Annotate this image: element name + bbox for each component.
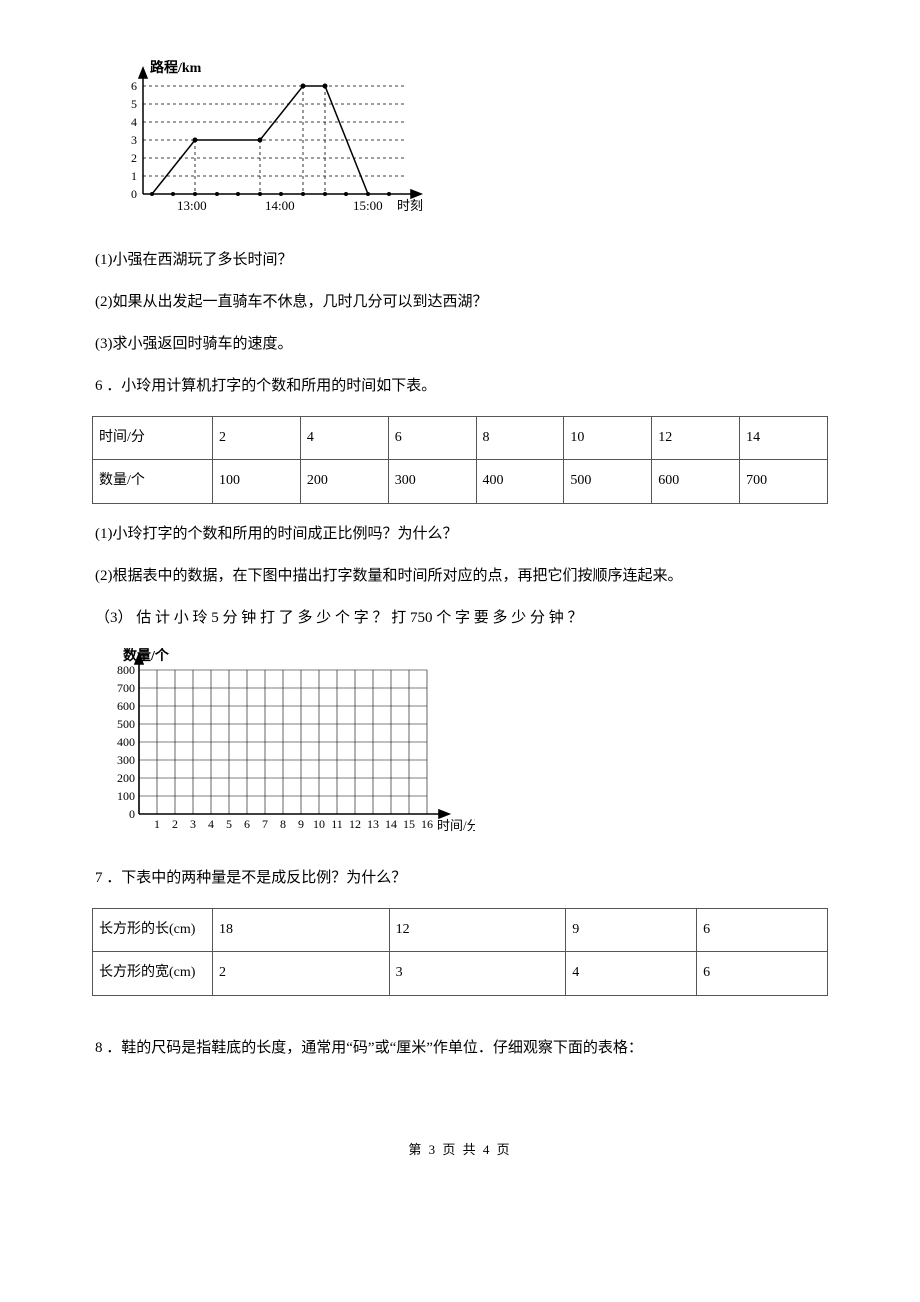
table-cell: 3 [389, 952, 566, 995]
q1-sub2: (2)如果从出发起一直骑车不休息，几时几分可以到达西湖？ [95, 290, 860, 314]
y-ticks: 0 1 2 3 4 5 6 [131, 79, 137, 201]
svg-text:5: 5 [131, 97, 137, 111]
chart2-svg: 数量/个 [95, 648, 475, 838]
typing-table: 时间/分 2 4 6 8 10 12 14 数量/个 100 200 300 4… [92, 416, 828, 504]
table-cell: 12 [652, 417, 740, 460]
svg-text:15: 15 [403, 817, 415, 831]
page-footer: 第 3 页 共 4 页 [60, 1140, 860, 1161]
svg-text:9: 9 [298, 817, 304, 831]
svg-text:800: 800 [117, 663, 135, 677]
table-cell: 长方形的长(cm) [93, 908, 213, 951]
table-cell: 6 [697, 908, 828, 951]
y-axis-label: 路程/km [150, 60, 202, 76]
svg-text:600: 600 [117, 699, 135, 713]
q8-intro: 8 ．鞋的尺码是指鞋底的长度，通常用“码”或“厘米”作单位．仔细观察下面的表格： [95, 1036, 860, 1060]
svg-text:400: 400 [117, 735, 135, 749]
table-cell: 14 [740, 417, 828, 460]
svg-text:14:00: 14:00 [265, 198, 295, 213]
rectangle-table: 长方形的长(cm) 18 12 9 6 长方形的宽(cm) 2 3 4 6 [92, 908, 828, 996]
svg-text:3: 3 [190, 817, 196, 831]
svg-text:300: 300 [117, 753, 135, 767]
svg-text:3: 3 [131, 133, 137, 147]
chart1-svg: 路程/km 0 1 2 3 4 5 6 [95, 60, 455, 220]
table-cell: 300 [388, 460, 476, 503]
table-row: 长方形的长(cm) 18 12 9 6 [93, 908, 828, 951]
table-cell: 100 [213, 460, 301, 503]
grid-h [143, 86, 405, 176]
table-cell: 9 [566, 908, 697, 951]
table-cell: 500 [564, 460, 652, 503]
table-cell: 600 [652, 460, 740, 503]
svg-text:0: 0 [129, 807, 135, 821]
table-cell: 6 [697, 952, 828, 995]
svg-text:14: 14 [385, 817, 397, 831]
table-row: 长方形的宽(cm) 2 3 4 6 [93, 952, 828, 995]
chart2-axes [135, 654, 449, 818]
table-cell: 12 [389, 908, 566, 951]
svg-text:15:00: 15:00 [353, 198, 383, 213]
q7-intro: 7 ．下表中的两种量是不是成反比例？为什么？ [95, 866, 860, 890]
svg-text:2: 2 [131, 151, 137, 165]
q1-sub1: (1)小强在西湖玩了多长时间？ [95, 248, 860, 272]
quantity-time-grid: 数量/个 [95, 648, 860, 846]
svg-text:700: 700 [117, 681, 135, 695]
table-cell: 4 [300, 417, 388, 460]
table-cell: 18 [213, 908, 390, 951]
svg-text:1: 1 [131, 169, 137, 183]
svg-text:16: 16 [421, 817, 433, 831]
chart2-xticks: 1 2 3 4 5 6 7 8 9 10 11 12 13 14 15 16 [154, 817, 433, 831]
svg-text:4: 4 [208, 817, 214, 831]
table-cell: 200 [300, 460, 388, 503]
table-cell: 2 [213, 417, 301, 460]
svg-text:10: 10 [313, 817, 325, 831]
q6-sub1: (1)小玲打字的个数和所用的时间成正比例吗？为什么？ [95, 522, 860, 546]
svg-text:0: 0 [131, 187, 137, 201]
distance-time-chart: 路程/km 0 1 2 3 4 5 6 [95, 60, 860, 228]
chart2-ylabel: 数量/个 [123, 648, 170, 664]
table-cell: 数量/个 [93, 460, 213, 503]
table-cell: 长方形的宽(cm) [93, 952, 213, 995]
svg-text:8: 8 [280, 817, 286, 831]
q6-sub2: (2)根据表中的数据，在下图中描出打字数量和时间所对应的点，再把它们按顺序连起来… [95, 564, 860, 588]
svg-text:时刻: 时刻 [397, 198, 423, 213]
table-cell: 时间/分 [93, 417, 213, 460]
svg-text:13:00: 13:00 [177, 198, 207, 213]
table-row: 数量/个 100 200 300 400 500 600 700 [93, 460, 828, 503]
chart2-xlabel: 时间/分 [437, 818, 475, 833]
svg-text:6: 6 [131, 79, 137, 93]
chart2-yticks: 0 100 200 300 400 500 600 700 800 [117, 663, 135, 821]
svg-text:6: 6 [244, 817, 250, 831]
svg-text:13: 13 [367, 817, 379, 831]
table-cell: 6 [388, 417, 476, 460]
svg-text:100: 100 [117, 789, 135, 803]
grid [139, 670, 427, 814]
svg-text:1: 1 [154, 817, 160, 831]
table-cell: 4 [566, 952, 697, 995]
svg-text:500: 500 [117, 717, 135, 731]
q6-sub3: （3） 估 计 小 玲 5 分 钟 打 了 多 少 个 字 ？ 打 750 个 … [95, 606, 825, 630]
q6-intro: 6 ．小玲用计算机打字的个数和所用的时间如下表。 [95, 374, 860, 398]
table-cell: 10 [564, 417, 652, 460]
svg-text:5: 5 [226, 817, 232, 831]
svg-text:2: 2 [172, 817, 178, 831]
svg-text:4: 4 [131, 115, 137, 129]
q1-sub3: (3)求小强返回时骑车的速度。 [95, 332, 860, 356]
svg-text:200: 200 [117, 771, 135, 785]
table-cell: 2 [213, 952, 390, 995]
x-tick-labels: 13:00 14:00 15:00 时刻 [177, 198, 423, 213]
table-cell: 400 [476, 460, 564, 503]
svg-text:7: 7 [262, 817, 268, 831]
svg-text:12: 12 [349, 817, 361, 831]
data-points [193, 84, 328, 143]
table-row: 时间/分 2 4 6 8 10 12 14 [93, 417, 828, 460]
table-cell: 700 [740, 460, 828, 503]
svg-text:11: 11 [331, 817, 343, 831]
axes [139, 68, 421, 198]
table-cell: 8 [476, 417, 564, 460]
